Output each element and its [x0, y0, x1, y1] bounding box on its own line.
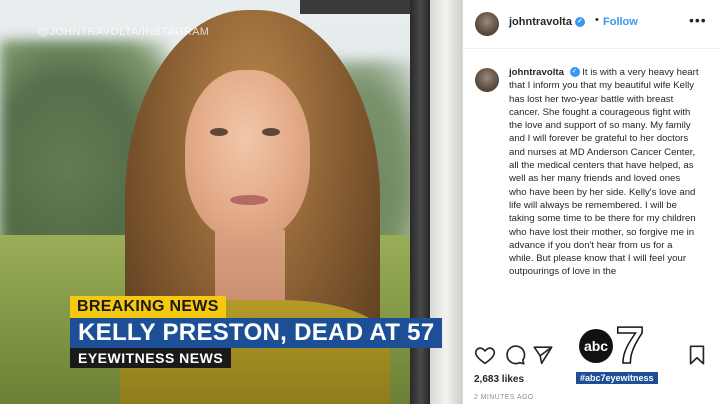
photo-watermark: @JOHNTRAVOLTA/INSTAGRAM — [38, 26, 210, 38]
news-program-name: EYEWITNESS NEWS — [70, 348, 232, 368]
verified-badge-icon: ✓ — [574, 17, 585, 28]
user-avatar[interactable] — [475, 12, 499, 36]
caption-avatar[interactable] — [475, 68, 499, 92]
person-eye — [210, 128, 228, 136]
channel-number: 7 — [616, 318, 645, 370]
post-timestamp: 2 MINUTES AGO — [474, 394, 534, 401]
post-header: johntravolta ✓ • Follow ••• — [463, 0, 720, 49]
username-text[interactable]: johntravolta — [509, 16, 572, 28]
station-hashtag: #abc7eyewitness — [576, 372, 658, 384]
post-username[interactable]: johntravolta ✓ — [509, 16, 585, 28]
caption-text: johntravolta ✓ It is with a very heavy h… — [509, 66, 699, 279]
post-caption: johntravolta ✓ It is with a very heavy h… — [475, 66, 711, 328]
follow-button[interactable]: Follow — [603, 16, 638, 28]
likes-count[interactable]: 2,683 likes — [474, 374, 524, 385]
breaking-news-label: BREAKING NEWS — [70, 296, 226, 318]
comment-icon[interactable] — [504, 344, 526, 366]
news-headline: KELLY PRESTON, DEAD AT 57 — [70, 318, 443, 348]
person-eye — [262, 128, 280, 136]
caption-username[interactable]: johntravolta — [509, 67, 564, 78]
abc-logo-text: abc — [584, 338, 608, 354]
person-neck — [215, 230, 285, 300]
heart-icon[interactable] — [474, 344, 496, 366]
share-icon[interactable] — [532, 344, 554, 366]
person-lips — [230, 195, 268, 205]
separator-dot: • — [595, 14, 599, 26]
abc7-logo-icon: abc 7 — [576, 318, 645, 370]
caption-body: It is with a very heavy heart that I inf… — [509, 67, 699, 278]
verified-badge-icon: ✓ — [569, 67, 580, 78]
bookmark-icon[interactable] — [686, 344, 708, 366]
more-options-icon[interactable]: ••• — [689, 12, 707, 28]
person-face — [185, 70, 310, 240]
